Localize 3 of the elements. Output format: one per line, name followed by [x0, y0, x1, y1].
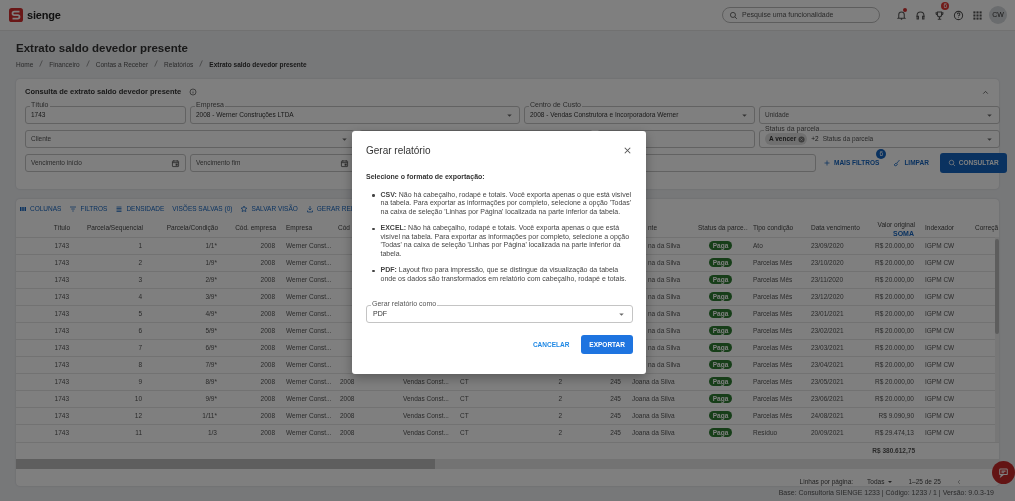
page-title: Extrato saldo devedor presente: [16, 41, 189, 56]
dialog-title: Gerar relatório: [366, 144, 431, 158]
logo-text: sienge: [27, 7, 61, 23]
